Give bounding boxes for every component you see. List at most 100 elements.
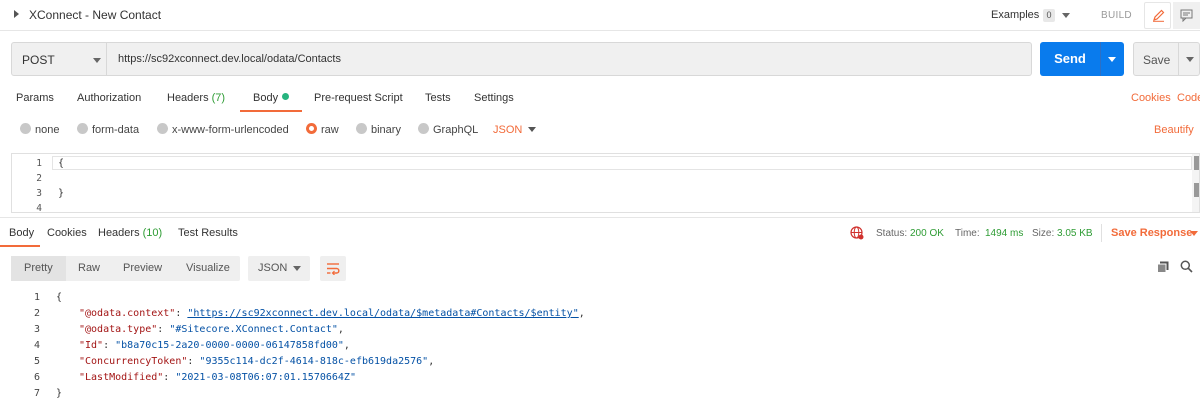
radio-binary[interactable] <box>356 123 367 134</box>
scrollbar-marker <box>1194 156 1199 170</box>
comments-button[interactable] <box>1173 2 1200 29</box>
active-line-highlight <box>52 156 1192 170</box>
line-number: 3 <box>36 188 42 199</box>
line-number: 1 <box>33 292 40 303</box>
line-number-gutter: 1 2 3 4 <box>12 154 52 213</box>
radio-raw[interactable] <box>306 123 317 134</box>
code-line: { <box>58 158 65 169</box>
scrollbar-thumb[interactable] <box>1194 183 1199 197</box>
line-number: 2 <box>33 308 40 319</box>
wrap-lines-icon <box>327 263 340 275</box>
response-tab-headers[interactable]: Headers (10) <box>98 227 162 239</box>
radio-form-data[interactable] <box>77 123 88 134</box>
copy-icon[interactable] <box>1157 261 1169 273</box>
radio-x-www-form-urlencoded-label[interactable]: x-www-form-urlencoded <box>172 124 289 136</box>
examples-dropdown[interactable]: Examples <box>991 9 1039 21</box>
code-line: } <box>58 188 65 199</box>
response-body-viewer[interactable]: 1 2 3 4 5 6 7 { "@odata.context": "https… <box>0 290 1200 403</box>
code-link[interactable]: Code <box>1177 92 1200 104</box>
view-tab-raw[interactable]: Raw <box>78 262 100 274</box>
radio-graphql-label[interactable]: GraphQL <box>433 124 478 136</box>
tab-params[interactable]: Params <box>16 92 54 104</box>
radio-none[interactable] <box>20 123 31 134</box>
response-divider[interactable] <box>0 217 1200 218</box>
json-value: "9355c114-dc2f-4614-818c-efb619da2576" <box>199 356 429 367</box>
line-number: 2 <box>36 173 42 184</box>
body-format-select[interactable]: JSON <box>493 124 522 136</box>
tab-settings[interactable]: Settings <box>474 92 514 104</box>
expand-caret-icon[interactable] <box>14 10 19 18</box>
tab-authorization[interactable]: Authorization <box>77 92 141 104</box>
radio-binary-label[interactable]: binary <box>371 124 401 136</box>
beautify-link[interactable]: Beautify <box>1154 124 1194 136</box>
examples-count-badge: 0 <box>1043 9 1055 22</box>
edit-button[interactable] <box>1144 2 1171 29</box>
chevron-down-icon <box>93 58 101 63</box>
chevron-down-icon <box>293 266 301 271</box>
line-number: 4 <box>33 340 40 351</box>
response-tab-cookies[interactable]: Cookies <box>47 227 87 239</box>
json-key: "Id" <box>79 340 104 351</box>
chevron-down-icon[interactable] <box>528 127 536 132</box>
tab-headers-label: Headers <box>167 92 209 104</box>
line-number: 4 <box>36 203 42 213</box>
divider <box>1101 224 1102 242</box>
radio-x-www-form-urlencoded[interactable] <box>157 123 168 134</box>
save-options-chevron-icon[interactable] <box>1186 57 1194 62</box>
tab-body[interactable]: Body <box>253 92 290 104</box>
radio-form-data-label[interactable]: form-data <box>92 124 139 136</box>
request-body-editor[interactable]: 1 2 3 4 { } <box>11 153 1200 213</box>
view-tab-pretty[interactable]: Pretty <box>24 262 53 274</box>
chevron-down-icon[interactable] <box>1190 231 1198 236</box>
send-button[interactable]: Send <box>1040 42 1124 76</box>
response-format-select[interactable]: JSON <box>248 256 310 281</box>
method-select[interactable]: POST <box>11 42 107 76</box>
divider <box>1178 43 1179 75</box>
radio-graphql[interactable] <box>418 123 429 134</box>
editor-scrollbar[interactable] <box>1192 154 1199 212</box>
comment-icon <box>1180 9 1193 22</box>
response-view-tabs: Pretty Raw Preview Visualize <box>11 256 240 281</box>
status-value[interactable]: 200 OK <box>910 228 944 239</box>
radio-raw-label[interactable]: raw <box>321 124 339 136</box>
view-tab-preview[interactable]: Preview <box>123 262 162 274</box>
line-number: 1 <box>36 158 42 169</box>
response-tab-test-results[interactable]: Test Results <box>178 227 238 239</box>
json-open-brace: { <box>56 292 63 303</box>
json-line: "ConcurrencyToken": "9355c114-dc2f-4614-… <box>79 356 435 367</box>
body-indicator-dot <box>282 93 290 100</box>
tab-pre-request-script[interactable]: Pre-request Script <box>314 92 403 104</box>
size-value[interactable]: 3.05 KB <box>1057 228 1093 239</box>
globe-icon[interactable] <box>850 226 864 240</box>
method-value: POST <box>22 53 55 67</box>
save-response-button[interactable]: Save Response <box>1111 227 1192 239</box>
tab-headers[interactable]: Headers (7) <box>167 92 225 104</box>
search-icon[interactable] <box>1180 260 1193 273</box>
response-format-value: JSON <box>258 262 288 274</box>
tab-tests[interactable]: Tests <box>425 92 451 104</box>
json-key: "@odata.context" <box>79 308 176 319</box>
request-name[interactable]: XConnect - New Contact <box>29 8 161 22</box>
time-label: Time: <box>955 228 980 239</box>
response-tab-body[interactable]: Body <box>9 227 34 239</box>
cookies-link[interactable]: Cookies <box>1131 92 1171 104</box>
save-button[interactable]: Save <box>1133 42 1200 76</box>
save-label: Save <box>1143 53 1171 67</box>
view-tab-visualize[interactable]: Visualize <box>186 262 230 274</box>
headers-count: (7) <box>211 92 226 104</box>
json-line: "Id": "b8a70c15-2a20-0000-0000-06147858f… <box>79 340 350 351</box>
url-value: https://sc92xconnect.dev.local/odata/Con… <box>118 53 341 65</box>
json-key: "LastModified" <box>79 372 164 383</box>
line-number: 6 <box>33 372 40 383</box>
divider <box>1100 42 1101 76</box>
json-key: "ConcurrencyToken" <box>79 356 188 367</box>
build-mode-label[interactable]: BUILD <box>1101 10 1132 21</box>
send-options-chevron-icon[interactable] <box>1108 57 1116 62</box>
active-tab-indicator <box>0 245 40 247</box>
chevron-down-icon[interactable] <box>1062 13 1070 18</box>
radio-none-label[interactable]: none <box>35 124 59 136</box>
time-value[interactable]: 1494 ms <box>985 228 1023 239</box>
wrap-lines-button[interactable] <box>320 256 346 281</box>
json-link-value[interactable]: "https://sc92xconnect.dev.local/odata/$m… <box>187 308 578 319</box>
url-input[interactable]: https://sc92xconnect.dev.local/odata/Con… <box>106 42 1032 76</box>
